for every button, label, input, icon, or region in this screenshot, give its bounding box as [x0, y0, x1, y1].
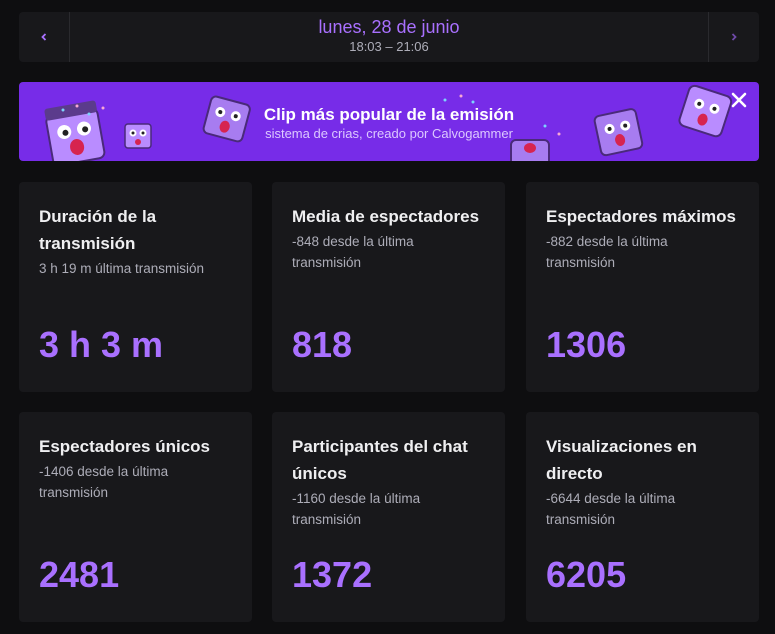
date-navigator: lunes, 28 de junio 18:03 – 21:06: [19, 12, 759, 62]
banner-title: Clip más popular de la emisión: [263, 105, 515, 124]
stat-card-live-views: Visualizaciones en directo -6644 desde l…: [526, 412, 759, 622]
stat-card-unique-chatters: Participantes del chat únicos -1160 desd…: [272, 412, 505, 622]
stat-subtitle: -882 desde la última transmisión: [546, 234, 668, 270]
stream-date: lunes, 28 de junio: [318, 17, 460, 37]
stat-title: Espectadores únicos: [39, 437, 211, 456]
stat-value: 1306: [546, 324, 627, 365]
date-display: lunes, 28 de junio 18:03 – 21:06: [69, 12, 709, 62]
stat-card-duration: Duración de la transmisión 3 h 19 m últi…: [19, 182, 252, 392]
top-clip-banner[interactable]: Clip más popular de la emisión sistema d…: [19, 82, 759, 161]
stat-subtitle: -1160 desde la última transmisión: [292, 491, 421, 527]
stat-subtitle: 3 h 19 m última transmisión: [39, 261, 205, 276]
stat-title: Visualizaciones en directo: [546, 437, 697, 483]
stat-value: 1372: [292, 554, 373, 595]
close-banner-button[interactable]: [729, 90, 749, 110]
close-icon: [731, 92, 747, 108]
stat-subtitle: -6644 desde la última transmisión: [546, 491, 676, 527]
stat-card-average-viewers: Media de espectadores -848 desde la últi…: [272, 182, 505, 392]
stat-value: 2481: [39, 554, 120, 595]
stat-title: Espectadores máximos: [546, 207, 736, 226]
chevron-right-icon: [731, 33, 737, 41]
stat-value: 818: [292, 324, 353, 365]
banner-subtitle: sistema de crias, creado por Calvogammer: [265, 126, 513, 141]
stat-card-unique-viewers: Espectadores únicos -1406 desde la últim…: [19, 412, 252, 622]
stat-title: Media de espectadores: [292, 207, 480, 226]
banner-text: Clip más popular de la emisión sistema d…: [19, 104, 759, 142]
stat-value: 6205: [546, 554, 627, 595]
stat-title: Participantes del chat únicos: [292, 437, 468, 483]
next-stream-button[interactable]: [708, 12, 759, 62]
stat-card-max-viewers: Espectadores máximos -882 desde la últim…: [526, 182, 759, 392]
stat-subtitle: -1406 desde la última transmisión: [39, 464, 169, 500]
previous-stream-button[interactable]: [19, 12, 70, 62]
chevron-left-icon: [41, 33, 47, 41]
stat-value: 3 h 3 m: [39, 324, 164, 365]
stat-subtitle: -848 desde la última transmisión: [292, 234, 414, 270]
stat-title: Duración de la transmisión: [39, 207, 157, 253]
stream-time-range: 18:03 – 21:06: [349, 39, 429, 54]
